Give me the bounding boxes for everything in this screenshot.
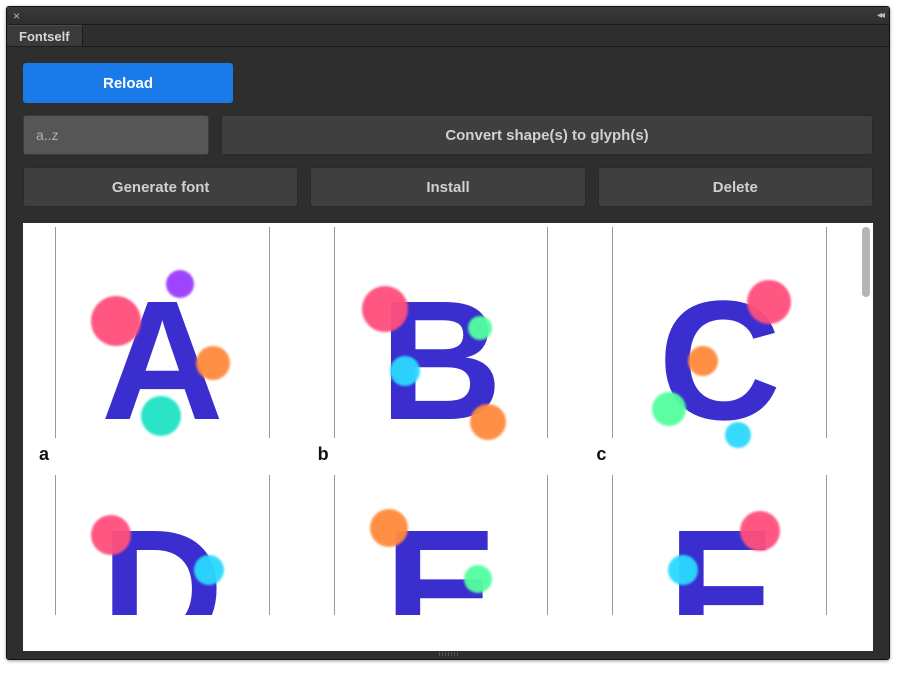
glyph-grid: A a B — [23, 223, 859, 651]
glyph-shape: B — [380, 276, 503, 446]
glyph-box: A — [33, 227, 292, 438]
glyph-cell[interactable]: D — [33, 475, 292, 651]
collapse-icon[interactable]: ◂◂ — [877, 10, 883, 21]
range-input[interactable]: a..z — [23, 115, 209, 155]
panel-titlebar: × ◂◂ — [7, 7, 889, 25]
glyph-cell[interactable]: B b — [312, 227, 571, 475]
delete-button[interactable]: Delete — [598, 167, 873, 207]
glyph-box: B — [312, 227, 571, 438]
install-button[interactable]: Install — [310, 167, 585, 207]
glyph-shape: C — [658, 276, 781, 446]
glyph-box: F — [590, 475, 849, 615]
glyph-shape: A — [101, 276, 224, 446]
close-icon[interactable]: × — [13, 9, 20, 23]
glyph-shape: F — [668, 505, 772, 615]
toolbar: Reload a..z Convert shape(s) to glyph(s)… — [7, 47, 889, 223]
glyph-shape: D — [101, 505, 224, 615]
scrollbar-thumb[interactable] — [862, 227, 870, 297]
panel-tabs: Fontself — [7, 25, 889, 47]
reload-button[interactable]: Reload — [23, 63, 233, 103]
tab-fontself[interactable]: Fontself — [7, 25, 83, 46]
glyph-cell[interactable]: A a — [33, 227, 292, 475]
resize-grip-icon[interactable] — [423, 651, 473, 657]
fontself-panel: × ◂◂ Fontself Reload a..z Convert shape(… — [6, 6, 890, 660]
glyph-cell[interactable]: C c — [590, 227, 849, 475]
glyph-cell[interactable]: F — [590, 475, 849, 651]
glyph-box: C — [590, 227, 849, 438]
glyph-shape: E — [384, 505, 497, 615]
glyph-cell[interactable]: E — [312, 475, 571, 651]
glyph-box: D — [33, 475, 292, 615]
action-row: Generate font Install Delete — [23, 167, 873, 207]
convert-button[interactable]: Convert shape(s) to glyph(s) — [221, 115, 873, 155]
generate-font-button[interactable]: Generate font — [23, 167, 298, 207]
convert-row: a..z Convert shape(s) to glyph(s) — [23, 115, 873, 155]
glyph-box: E — [312, 475, 571, 615]
glyph-preview-area: A a B — [23, 223, 873, 651]
